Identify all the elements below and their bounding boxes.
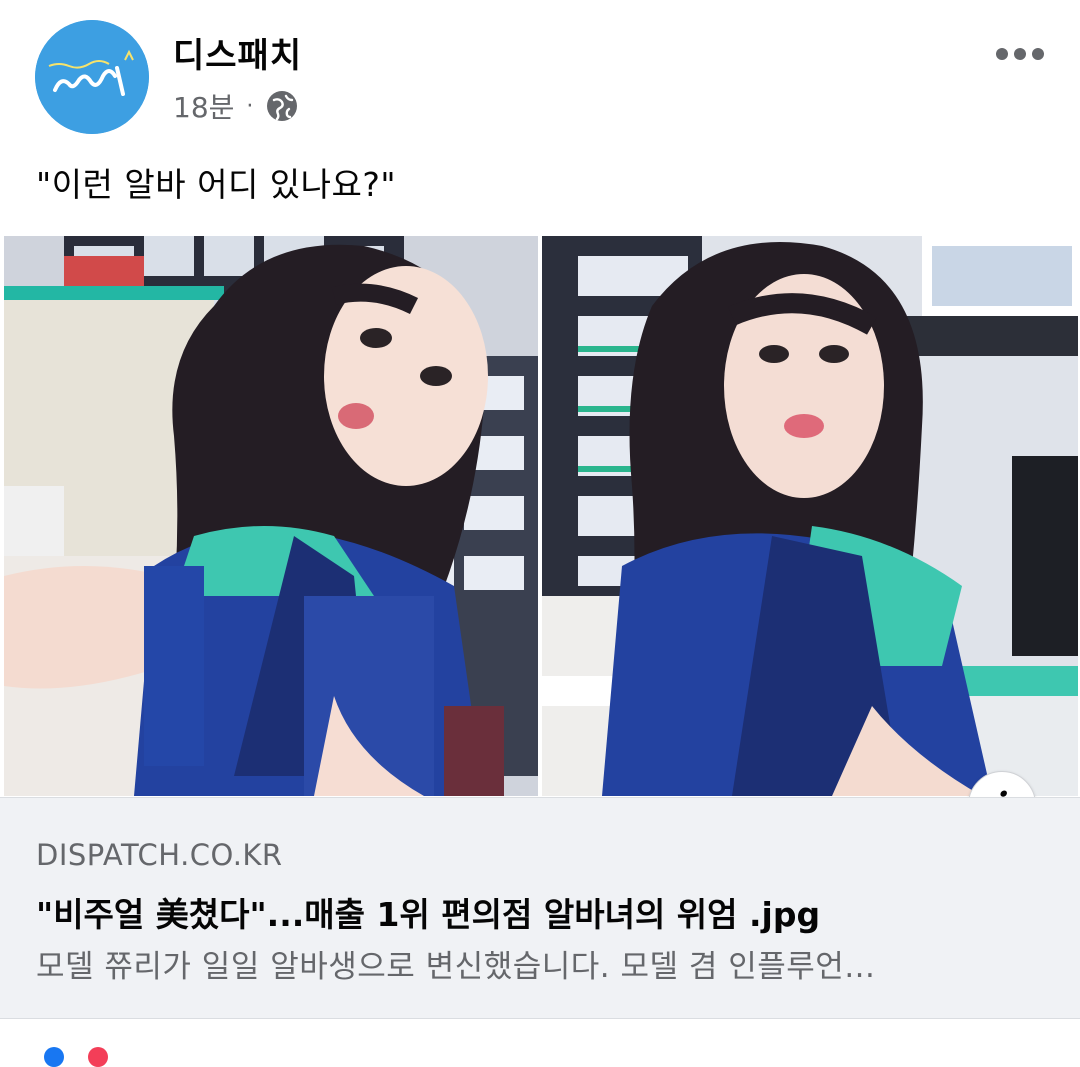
link-domain: DISPATCH.CO.KR xyxy=(36,838,283,872)
like-reaction-icon xyxy=(44,1047,64,1067)
link-image[interactable] xyxy=(0,236,1080,796)
page-avatar[interactable] xyxy=(35,20,149,134)
post-text: "이런 알바 어디 있나요?" xyxy=(36,165,397,204)
photo-right[interactable] xyxy=(542,236,1078,796)
globe-icon xyxy=(267,91,298,121)
post-time[interactable]: 18분 xyxy=(173,86,234,126)
reactions-bar[interactable] xyxy=(44,1047,124,1067)
page-name[interactable]: 디스패치 xyxy=(173,28,302,77)
more-options-icon[interactable] xyxy=(996,42,1046,66)
post-meta: 18분 · xyxy=(173,86,299,126)
post-header: 디스패치 18분 · xyxy=(0,0,1080,140)
link-description: 모델 쮸리가 일일 알바생으로 변신했습니다. 모델 겸 인플루언... xyxy=(36,949,876,985)
link-title[interactable]: "비주얼 美쳤다"...매출 1위 편의점 알바녀의 위엄 .jpg xyxy=(36,888,820,936)
photo-left[interactable] xyxy=(4,236,538,796)
love-reaction-icon xyxy=(88,1047,108,1067)
meta-separator: · xyxy=(246,93,254,119)
link-preview[interactable]: DISPATCH.CO.KR "비주얼 美쳤다"...매출 1위 편의점 알바녀… xyxy=(0,797,1080,1019)
